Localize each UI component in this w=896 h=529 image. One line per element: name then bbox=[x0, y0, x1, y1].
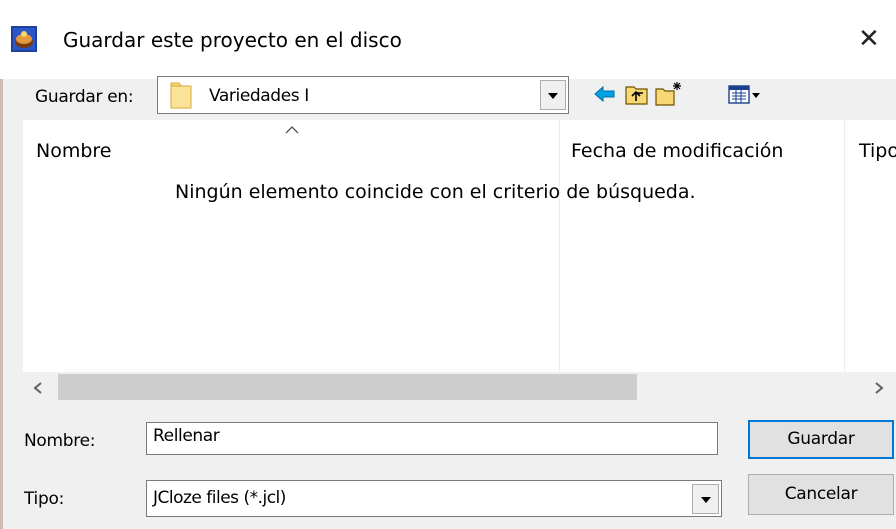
cancel-button[interactable]: Cancelar bbox=[748, 474, 894, 515]
file-type-dropdown-button[interactable] bbox=[692, 484, 719, 514]
column-header-date[interactable]: Fecha de modificación bbox=[571, 140, 783, 162]
folder-icon bbox=[170, 80, 192, 110]
column-divider bbox=[844, 120, 845, 372]
window-title: Guardar este proyecto en el disco bbox=[63, 28, 402, 52]
up-folder-icon[interactable] bbox=[624, 80, 650, 108]
empty-list-message: Ningún elemento coincide con el criterio… bbox=[175, 181, 696, 203]
file-name-input[interactable]: Rellenar bbox=[146, 422, 718, 455]
back-arrow-icon[interactable] bbox=[592, 80, 618, 108]
new-folder-icon[interactable] bbox=[654, 80, 681, 108]
close-icon: ✕ bbox=[858, 24, 880, 54]
file-type-value: JCloze files (*.jcl) bbox=[153, 488, 286, 508]
save-in-value: Variedades I bbox=[209, 86, 309, 106]
save-in-dropdown-button[interactable] bbox=[540, 80, 566, 110]
file-name-label: Nombre: bbox=[24, 431, 96, 451]
save-in-label: Guardar en: bbox=[35, 87, 134, 107]
column-header-name[interactable]: Nombre bbox=[36, 140, 112, 162]
jclic-app-icon[interactable] bbox=[11, 26, 37, 52]
scrollbar-thumb[interactable] bbox=[58, 374, 637, 400]
sort-ascending-icon bbox=[284, 121, 300, 134]
close-button[interactable]: ✕ bbox=[858, 22, 896, 56]
chevron-down-icon bbox=[548, 93, 558, 99]
column-header-type[interactable]: Tipo bbox=[859, 140, 896, 162]
file-type-label: Tipo: bbox=[24, 489, 65, 509]
chevron-down-icon bbox=[700, 497, 711, 503]
column-divider bbox=[559, 120, 560, 372]
view-menu-icon[interactable] bbox=[727, 80, 763, 108]
scroll-right-button[interactable] bbox=[868, 378, 890, 398]
save-button[interactable]: Guardar bbox=[748, 420, 894, 459]
window-edge bbox=[0, 78, 3, 529]
scroll-left-button[interactable] bbox=[27, 378, 49, 398]
